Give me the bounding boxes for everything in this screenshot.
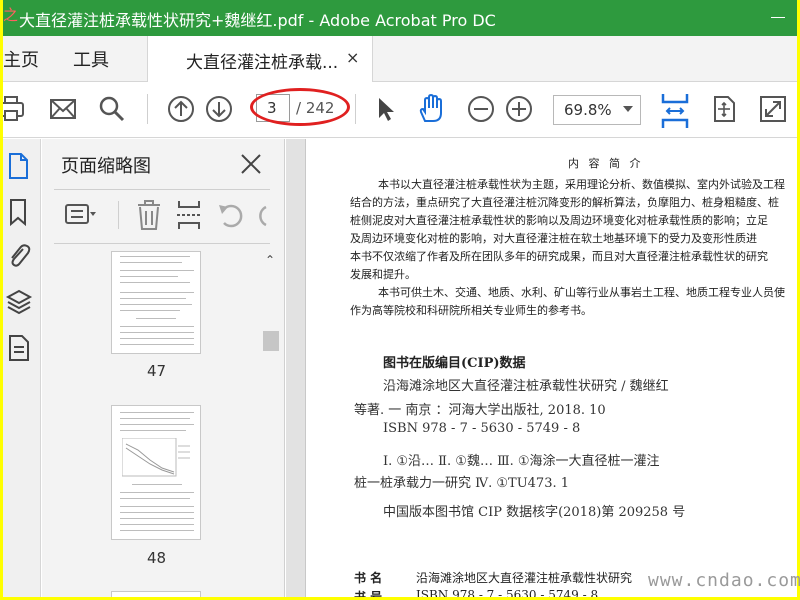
summary-line: 本书不仅浓缩了作者及所在团队多年的研究成果，而且对大直径灌注桩承载性状的研究 <box>350 250 768 263</box>
minimize-icon[interactable] <box>767 8 791 28</box>
pdf-page[interactable]: 内 容 简 介 本书以大直径灌注桩承载性状为主题，采用理论分析、数值模拟、室内外… <box>305 139 797 597</box>
fit-page-icon[interactable] <box>709 94 739 124</box>
site-watermark: www.cndao.com <box>648 570 800 591</box>
book-isbn-value: ISBN 978 - 7 - 5630 - 5749 - 8 <box>416 588 599 597</box>
cip-heading: 图书在版编目(CIP)数据 <box>383 356 526 371</box>
book-title-value: 沿海滩涂地区大直径灌注桩承载性状研究 <box>416 571 633 585</box>
thumbnail-panel: 页面缩略图 ⌃ 47 48 <box>42 139 285 597</box>
tab-document-label: 大直径灌注桩承载... <box>186 53 339 73</box>
options-icon[interactable] <box>62 199 98 231</box>
summary-line: 结合的方法，重点研究了大直径灌注桩沉降变形的解析算法，负摩阻力、桩身粗糙度、桩 <box>350 196 779 209</box>
toolbar-separator <box>147 94 148 124</box>
print-icon[interactable] <box>3 94 27 124</box>
scrollbar-thumb[interactable] <box>263 331 279 351</box>
tab-home[interactable]: 主页 <box>3 46 39 72</box>
insert-icon[interactable] <box>172 199 208 231</box>
summary-line: 本书以大直径灌注桩承载性状为主题，采用理论分析、数值模拟、室内外试验及工程 <box>378 178 785 191</box>
cip-line: Ⅰ. ①沿… Ⅱ. ①魏… Ⅲ. ①海涂一大直径桩一灌注 <box>383 454 660 469</box>
summary-line: 发展和提升。 <box>350 268 416 281</box>
summary-line: 本书可供土木、交通、地质、水利、矿山等行业从事岩土工程、地质工程专业人员使 <box>378 286 785 299</box>
zoom-out-icon[interactable] <box>466 94 496 124</box>
summary-heading: 内 容 简 介 <box>568 157 644 170</box>
tab-bar: 主页 工具 大直径灌注桩承载... × <box>3 36 797 82</box>
select-arrow-icon[interactable] <box>371 94 401 124</box>
layers-icon[interactable] <box>5 287 33 317</box>
fullscreen-icon[interactable] <box>758 94 788 124</box>
delete-icon[interactable] <box>132 199 168 231</box>
navigation-rail <box>3 139 41 597</box>
page-thumbnail[interactable] <box>111 591 201 597</box>
tab-close-icon[interactable]: × <box>346 48 359 67</box>
fit-width-icon[interactable] <box>659 92 691 130</box>
zoom-in-icon[interactable] <box>504 94 534 124</box>
page-thumbnails-icon[interactable] <box>5 151 33 181</box>
thumbnail-page-number: 47 <box>147 362 167 380</box>
scroll-up-icon[interactable]: ⌃ <box>265 253 275 267</box>
chevron-down-icon[interactable] <box>623 106 633 112</box>
bookmark-icon[interactable] <box>5 197 33 227</box>
search-icon[interactable] <box>97 94 127 124</box>
thumbnail-graph <box>122 438 190 477</box>
summary-line: 作为高等院校和科研院所相关专业师生的参考书。 <box>350 304 592 317</box>
email-icon[interactable] <box>48 94 78 124</box>
red-circle-annotation <box>250 88 350 126</box>
rotate-left-icon[interactable] <box>214 199 250 231</box>
toolbar-separator <box>355 94 356 124</box>
thumbnail-scrollbar[interactable]: ⌃ <box>261 251 281 597</box>
document-icon[interactable] <box>5 333 33 363</box>
page-down-icon[interactable] <box>204 94 234 124</box>
page-thumbnail[interactable] <box>111 251 201 354</box>
attachment-icon[interactable] <box>5 241 33 271</box>
panel-divider <box>54 243 270 244</box>
book-title-label: 书 名 <box>354 571 383 585</box>
panel-divider <box>54 189 270 190</box>
summary-line: 及周边环境变化对桩的影响，对大直径灌注桩在软土地基环境下的受力及变形性质进 <box>350 232 757 245</box>
panel-title: 页面缩略图 <box>61 156 151 177</box>
cip-line: 中国版本图书馆 CIP 数据核字(2018)第 209258 号 <box>383 505 686 520</box>
main-toolbar: 3 / 242 69.8% <box>3 82 797 138</box>
acrobat-window: 之 大直径灌注桩承载性状研究+魏继红.pdf - Adobe Acrobat P… <box>3 0 797 597</box>
window-title: 大直径灌注桩承载性状研究+魏继红.pdf - Adobe Acrobat Pro… <box>19 11 496 30</box>
cip-line: 等著. 一 南京 ：河海大学出版社, 2018. 10 <box>354 403 606 418</box>
page-up-icon[interactable] <box>166 94 196 124</box>
page-thumbnail[interactable] <box>111 405 201 540</box>
rotate-right-icon[interactable] <box>252 199 268 231</box>
close-icon[interactable] <box>238 151 264 177</box>
book-isbn-label: 书 号 <box>354 590 383 597</box>
tab-tools[interactable]: 工具 <box>73 46 109 72</box>
summary-line: 桩侧泥皮对大直径灌注桩承载性状的影响以及周边环境变化对桩承载性质的影响；立足 <box>350 214 768 227</box>
hand-icon[interactable] <box>416 94 446 124</box>
cip-line: 桩一桩承载力一研究 Ⅳ. ①TU473. 1 <box>354 476 570 491</box>
cip-line: ISBN 978 - 7 - 5630 - 5749 - 8 <box>383 421 581 436</box>
cip-line: 沿海滩涂地区大直径灌注桩承载性状研究 / 魏继红 <box>383 379 669 394</box>
panel-tool-separator <box>118 201 119 229</box>
thumbnail-page-number: 48 <box>147 549 167 567</box>
tab-document[interactable]: 大直径灌注桩承载... × <box>147 36 373 82</box>
title-bar: 之 大直径灌注桩承载性状研究+魏继红.pdf - Adobe Acrobat P… <box>3 0 797 36</box>
